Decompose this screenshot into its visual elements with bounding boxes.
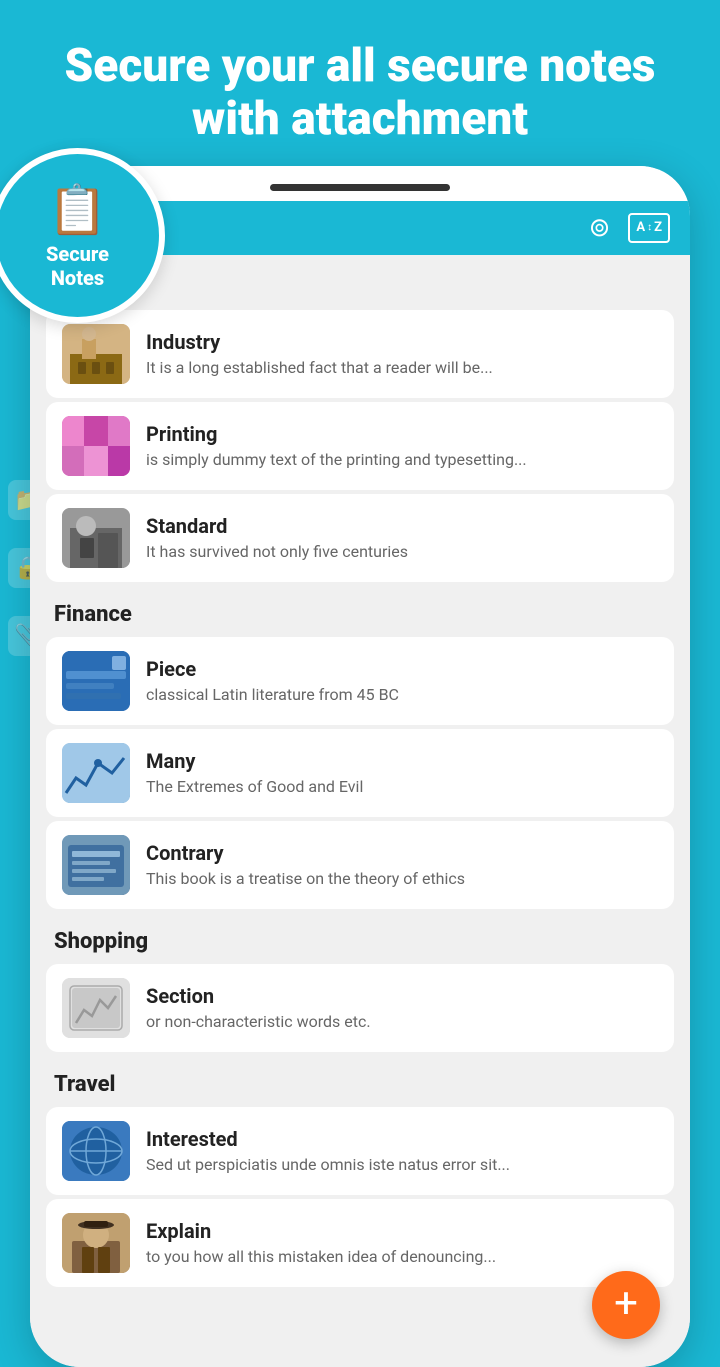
note-explain-content: Explain to you how all this mistaken ide… xyxy=(146,1219,658,1266)
note-standard-subtitle: It has survived not only five centuries xyxy=(146,542,658,561)
note-industry-content: Industry It is a long established fact t… xyxy=(146,330,658,377)
note-industry-title: Industry xyxy=(146,330,658,354)
note-piece-content: Piece classical Latin literature from 45… xyxy=(146,657,658,704)
shopping-notes-list: Section or non-characteristic words etc. xyxy=(30,964,690,1052)
category-travel: Travel xyxy=(30,1052,690,1107)
note-contrary-content: Contrary This book is a treatise on the … xyxy=(146,841,658,888)
note-printing-title: Printing xyxy=(146,422,658,446)
thumbnail-piece xyxy=(62,651,130,711)
business-notes-list: Industry It is a long established fact t… xyxy=(30,310,690,582)
category-finance: Finance xyxy=(30,582,690,637)
note-interested[interactable]: Interested Sed ut perspiciatis unde omni… xyxy=(46,1107,674,1195)
fab-add-button[interactable]: + xyxy=(592,1271,660,1339)
note-piece-subtitle: classical Latin literature from 45 BC xyxy=(146,685,658,704)
logo-label: Secure Notes xyxy=(46,242,109,290)
note-many-title: Many xyxy=(146,749,658,773)
note-standard[interactable]: Standard It has survived not only five c… xyxy=(46,494,674,582)
note-interested-content: Interested Sed ut perspiciatis unde omni… xyxy=(146,1127,658,1174)
thumbnail-standard xyxy=(62,508,130,568)
app-body: Business Industry It is a l xyxy=(30,255,690,1367)
thumbnail-explain xyxy=(62,1213,130,1273)
note-section-subtitle: or non-characteristic words etc. xyxy=(146,1012,658,1031)
note-standard-title: Standard xyxy=(146,514,658,538)
note-contrary-title: Contrary xyxy=(146,841,658,865)
note-industry-subtitle: It is a long established fact that a rea… xyxy=(146,358,658,377)
thumbnail-contrary xyxy=(62,835,130,895)
thumbnail-many xyxy=(62,743,130,803)
note-interested-title: Interested xyxy=(146,1127,658,1151)
note-piece-title: Piece xyxy=(146,657,658,681)
note-contrary-subtitle: This book is a treatise on the theory of… xyxy=(146,869,658,888)
hero-title: Secure your all secure notes with attach… xyxy=(0,0,720,166)
note-section[interactable]: Section or non-characteristic words etc. xyxy=(46,964,674,1052)
note-explain-title: Explain xyxy=(146,1219,658,1243)
travel-notes-list: Interested Sed ut perspiciatis unde omni… xyxy=(30,1107,690,1287)
phone-frame: ⊚ A ↕ Z Business xyxy=(30,166,690,1367)
finance-notes-list: Piece classical Latin literature from 45… xyxy=(30,637,690,909)
thumbnail-printing xyxy=(62,416,130,476)
note-many-subtitle: The Extremes of Good and Evil xyxy=(146,777,658,796)
note-many[interactable]: Many The Extremes of Good and Evil xyxy=(46,729,674,817)
note-printing-subtitle: is simply dummy text of the printing and… xyxy=(146,450,658,469)
thumbnail-industry xyxy=(62,324,130,384)
note-explain-subtitle: to you how all this mistaken idea of den… xyxy=(146,1247,658,1266)
note-section-content: Section or non-characteristic words etc. xyxy=(146,984,658,1031)
fab-plus-icon: + xyxy=(614,1283,638,1325)
note-standard-content: Standard It has survived not only five c… xyxy=(146,514,658,561)
category-shopping: Shopping xyxy=(30,909,690,964)
thumbnail-interested xyxy=(62,1121,130,1181)
note-piece[interactable]: Piece classical Latin literature from 45… xyxy=(46,637,674,725)
sort-az-icon[interactable]: A ↕ Z xyxy=(628,213,670,243)
note-interested-subtitle: Sed ut perspiciatis unde omnis iste natu… xyxy=(146,1155,658,1174)
note-printing-content: Printing is simply dummy text of the pri… xyxy=(146,422,658,469)
note-industry[interactable]: Industry It is a long established fact t… xyxy=(46,310,674,398)
header-icons: ⊚ A ↕ Z xyxy=(589,213,670,243)
note-explain[interactable]: Explain to you how all this mistaken ide… xyxy=(46,1199,674,1287)
notch-bar xyxy=(270,184,450,191)
search-icon[interactable]: ⊚ xyxy=(589,213,611,243)
note-contrary[interactable]: Contrary This book is a treatise on the … xyxy=(46,821,674,909)
note-printing[interactable]: Printing is simply dummy text of the pri… xyxy=(46,402,674,490)
note-many-content: Many The Extremes of Good and Evil xyxy=(146,749,658,796)
logo-icon: 📋 xyxy=(48,181,108,238)
thumbnail-section xyxy=(62,978,130,1038)
note-section-title: Section xyxy=(146,984,658,1008)
